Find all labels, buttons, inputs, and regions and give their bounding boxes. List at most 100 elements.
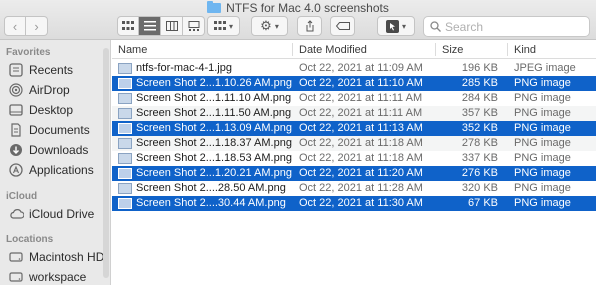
sidebar-item-label: Applications bbox=[29, 163, 94, 177]
image-file-icon bbox=[118, 78, 132, 89]
file-date: Oct 22, 2021 at 11:13 AM bbox=[299, 122, 423, 134]
chevron-right-icon: › bbox=[34, 18, 39, 34]
file-size: 352 KB bbox=[461, 122, 498, 134]
sidebar-item-label: Downloads bbox=[29, 143, 89, 157]
action-menu-button[interactable]: ⚙ ▾ bbox=[251, 16, 288, 36]
column-view-button[interactable] bbox=[161, 16, 183, 36]
column-divider[interactable] bbox=[292, 43, 293, 56]
image-file-icon bbox=[118, 63, 132, 74]
file-kind: PNG image bbox=[514, 197, 571, 209]
sidebar-item-macintosh-hd[interactable]: Macintosh HD bbox=[8, 247, 104, 267]
sidebar-item-downloads[interactable]: Downloads bbox=[8, 140, 88, 160]
file-size: 284 KB bbox=[461, 92, 498, 104]
file-date: Oct 22, 2021 at 11:18 AM bbox=[299, 152, 423, 164]
document-icon bbox=[8, 122, 24, 138]
sidebar: Favorites Recents AirDrop Desktop Docume… bbox=[0, 40, 111, 285]
file-name: Screen Shot 2...1.10.26 AM.png bbox=[136, 77, 292, 89]
file-size: 278 KB bbox=[461, 137, 498, 149]
sidebar-header-locations: Locations bbox=[6, 234, 54, 245]
column-header-date[interactable]: Date Modified bbox=[299, 44, 367, 56]
columns-icon bbox=[165, 21, 178, 31]
gallery-view-button[interactable] bbox=[183, 16, 205, 36]
file-name: Screen Shot 2...1.18.53 AM.png bbox=[136, 152, 292, 164]
file-date: Oct 22, 2021 at 11:10 AM bbox=[299, 77, 423, 89]
column-header-size[interactable]: Size bbox=[442, 44, 463, 56]
image-file-icon bbox=[118, 93, 132, 104]
image-file-icon bbox=[118, 108, 132, 119]
file-row[interactable]: Screen Shot 2...1.11.50 AM.png Oct 22, 2… bbox=[112, 106, 596, 121]
sidebar-item-documents[interactable]: Documents bbox=[8, 120, 90, 140]
gear-icon: ⚙ bbox=[260, 18, 272, 33]
sidebar-item-icloud-drive[interactable]: iCloud Drive bbox=[8, 204, 94, 224]
file-name: Screen Shot 2...1.18.37 AM.png bbox=[136, 137, 292, 149]
file-size: 196 KB bbox=[461, 62, 498, 74]
chevron-down-icon: ▾ bbox=[274, 21, 279, 31]
list-icon bbox=[143, 21, 156, 31]
list-view-button[interactable] bbox=[139, 16, 161, 36]
sidebar-item-applications[interactable]: Applications bbox=[8, 160, 94, 180]
ntfs-app-icon bbox=[385, 19, 399, 33]
sidebar-item-recents[interactable]: Recents bbox=[8, 60, 73, 80]
search-input[interactable] bbox=[445, 19, 585, 34]
file-row[interactable]: Screen Shot 2...1.18.37 AM.png Oct 22, 2… bbox=[112, 136, 596, 151]
image-file-icon bbox=[118, 153, 132, 164]
disk-icon bbox=[8, 249, 24, 265]
search-field[interactable] bbox=[423, 16, 590, 37]
group-by-button[interactable]: ▾ bbox=[207, 16, 240, 36]
share-icon bbox=[306, 20, 313, 32]
image-file-icon bbox=[118, 183, 132, 194]
clock-icon bbox=[8, 62, 24, 78]
tag-icon bbox=[335, 22, 350, 30]
file-row[interactable]: Screen Shot 2....30.44 AM.png Oct 22, 20… bbox=[112, 196, 596, 211]
file-row[interactable]: Screen Shot 2...1.11.10 AM.png Oct 22, 2… bbox=[112, 91, 596, 106]
gallery-icon bbox=[188, 21, 199, 31]
sidebar-item-desktop[interactable]: Desktop bbox=[8, 100, 73, 120]
chevron-left-icon: ‹ bbox=[12, 18, 18, 34]
sidebar-scrollbar[interactable] bbox=[103, 48, 109, 278]
column-header-kind[interactable]: Kind bbox=[514, 44, 536, 56]
window-title-text: NTFS for Mac 4.0 screenshots bbox=[226, 1, 389, 15]
file-name: Screen Shot 2...1.13.09 AM.png bbox=[136, 122, 292, 134]
sidebar-item-label: Desktop bbox=[29, 103, 74, 117]
applications-icon bbox=[8, 162, 24, 178]
sidebar-item-workspace[interactable]: workspace bbox=[8, 267, 86, 285]
image-file-icon bbox=[118, 138, 132, 149]
file-list: Name Date Modified Size Kind ntfs-for-ma… bbox=[112, 40, 596, 285]
sidebar-item-airdrop[interactable]: AirDrop bbox=[8, 80, 70, 100]
file-row[interactable]: Screen Shot 2...1.10.26 AM.png Oct 22, 2… bbox=[112, 76, 596, 91]
file-row[interactable]: Screen Shot 2...1.13.09 AM.png Oct 22, 2… bbox=[112, 121, 596, 136]
file-kind: PNG image bbox=[514, 107, 571, 119]
search-icon bbox=[430, 21, 441, 32]
share-button[interactable] bbox=[297, 16, 322, 36]
file-row[interactable]: Screen Shot 2...1.18.53 AM.png Oct 22, 2… bbox=[112, 151, 596, 166]
column-divider[interactable] bbox=[507, 43, 508, 56]
sidebar-item-label: workspace bbox=[29, 270, 87, 284]
sidebar-header-icloud: iCloud bbox=[6, 191, 38, 202]
sidebar-item-label: Recents bbox=[29, 63, 74, 77]
file-row[interactable]: Screen Shot 2....28.50 AM.png Oct 22, 20… bbox=[112, 181, 596, 196]
file-row[interactable]: Screen Shot 2...1.20.21 AM.png Oct 22, 2… bbox=[112, 166, 596, 181]
file-date: Oct 22, 2021 at 11:28 AM bbox=[299, 182, 423, 194]
file-row[interactable]: ntfs-for-mac-4-1.jpg Oct 22, 2021 at 11:… bbox=[112, 61, 596, 76]
folder-icon bbox=[207, 1, 222, 13]
file-name: ntfs-for-mac-4-1.jpg bbox=[136, 62, 232, 74]
window-title: NTFS for Mac 4.0 screenshots bbox=[0, 1, 596, 15]
column-header-name[interactable]: Name bbox=[118, 44, 147, 56]
file-kind: PNG image bbox=[514, 137, 571, 149]
tags-button[interactable] bbox=[330, 16, 355, 36]
ntfs-app-button[interactable]: ▾ bbox=[377, 16, 415, 36]
file-size: 320 KB bbox=[461, 182, 498, 194]
file-kind: PNG image bbox=[514, 152, 571, 164]
column-divider[interactable] bbox=[435, 43, 436, 56]
forward-button[interactable]: › bbox=[26, 16, 48, 36]
file-date: Oct 22, 2021 at 11:30 AM bbox=[299, 197, 423, 209]
file-kind: PNG image bbox=[514, 92, 571, 104]
disk-icon bbox=[8, 269, 24, 285]
back-button[interactable]: ‹ bbox=[4, 16, 26, 36]
column-header-row: Name Date Modified Size Kind bbox=[112, 40, 596, 59]
cloud-icon bbox=[8, 206, 24, 222]
icon-view-button[interactable] bbox=[117, 16, 139, 36]
sidebar-header-favorites: Favorites bbox=[6, 47, 51, 58]
file-size: 357 KB bbox=[461, 107, 498, 119]
image-file-icon bbox=[118, 168, 132, 179]
